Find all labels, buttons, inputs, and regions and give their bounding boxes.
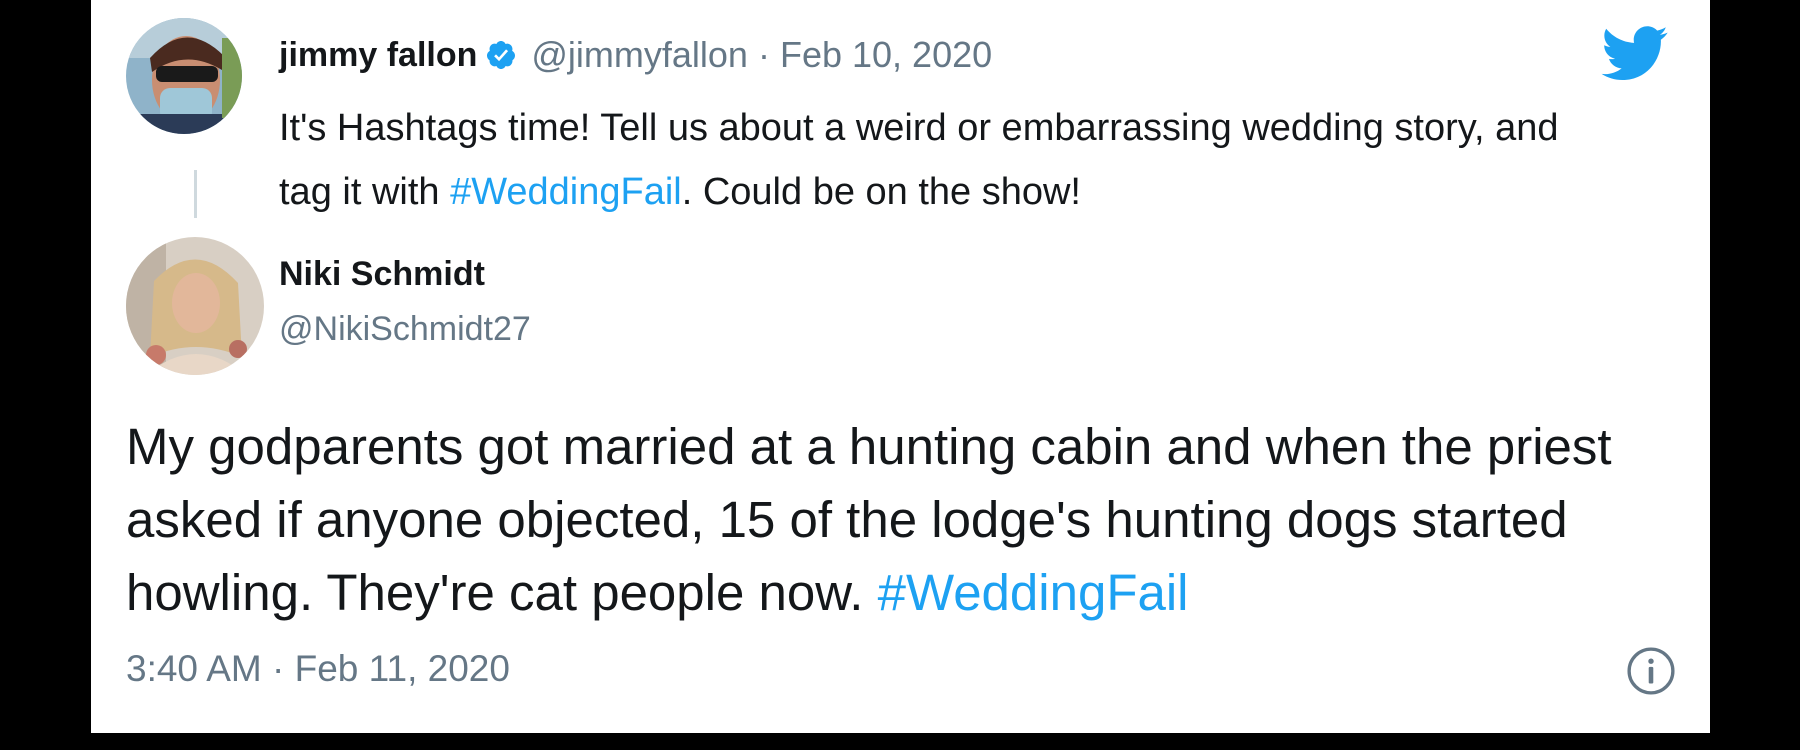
twitter-bird-icon[interactable] bbox=[1601, 26, 1669, 82]
niki-schmidt-handle[interactable]: @NikiSchmidt27 bbox=[279, 310, 531, 349]
quoted-tweet-body-end: . Could be on the show! bbox=[681, 171, 1081, 213]
info-icon[interactable] bbox=[1626, 646, 1676, 696]
reply-tweet-timestamp[interactable]: 3:40 AM · Feb 11, 2020 bbox=[126, 648, 510, 690]
niki-schmidt-name[interactable]: Niki Schmidt bbox=[279, 255, 485, 294]
thread-connector-line bbox=[194, 170, 197, 218]
jimmy-fallon-avatar[interactable] bbox=[126, 18, 242, 134]
quoted-tweet-date[interactable]: Feb 10, 2020 bbox=[780, 34, 992, 76]
hashtag-link[interactable]: #WeddingFail bbox=[450, 171, 682, 213]
reply-tweet-body: My godparents got married at a hunting c… bbox=[126, 418, 1612, 621]
tweet-card: jimmy fallon @jimmyfallon · Feb 10, 2020… bbox=[91, 0, 1710, 733]
meta-separator: · bbox=[757, 34, 770, 75]
jimmy-fallon-name[interactable]: jimmy fallon bbox=[279, 36, 477, 75]
niki-schmidt-avatar[interactable] bbox=[126, 237, 264, 375]
quoted-tweet-text: It's Hashtags time! Tell us about a weir… bbox=[279, 96, 1599, 224]
hashtag-link[interactable]: #WeddingFail bbox=[878, 564, 1189, 621]
quoted-tweet-header: jimmy fallon @jimmyfallon · Feb 10, 2020 bbox=[279, 32, 992, 78]
jimmy-fallon-handle[interactable]: @jimmyfallon bbox=[531, 34, 748, 76]
reply-tweet-text: My godparents got married at a hunting c… bbox=[126, 410, 1686, 629]
verified-badge-icon bbox=[487, 41, 516, 69]
